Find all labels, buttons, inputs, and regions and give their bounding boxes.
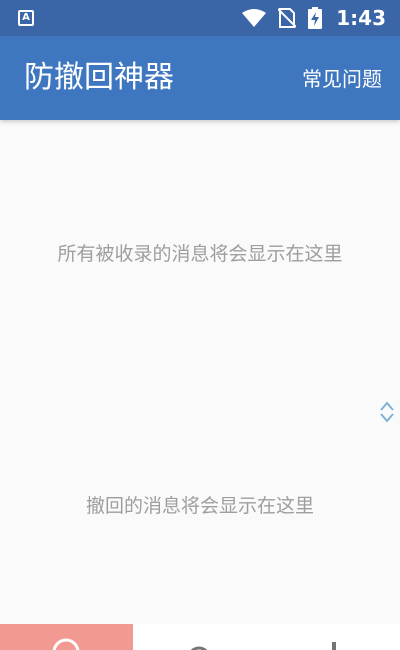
messages-empty-text: 所有被收录的消息将会显示在这里 bbox=[57, 242, 343, 265]
recalled-messages-area: 撤回的消息将会显示在这里 bbox=[0, 384, 400, 624]
no-sim-icon bbox=[278, 8, 297, 28]
search-icon bbox=[52, 638, 80, 650]
wifi-icon bbox=[242, 9, 267, 27]
faq-button[interactable]: 常见问题 bbox=[302, 64, 382, 94]
app-notification-icon: A bbox=[18, 10, 34, 26]
person-icon bbox=[190, 646, 208, 650]
status-bar: A 1:43 bbox=[0, 0, 400, 36]
tab-settings[interactable] bbox=[266, 624, 400, 650]
app-bar: 防撤回神器 常见问题 bbox=[0, 36, 400, 120]
status-time: 1:43 bbox=[336, 6, 386, 30]
battery-charging-icon bbox=[308, 7, 323, 29]
app-title: 防撤回神器 bbox=[24, 60, 174, 95]
tab-profile[interactable] bbox=[133, 624, 266, 650]
bottom-nav bbox=[0, 624, 400, 650]
collected-messages-area: 所有被收录的消息将会显示在这里 bbox=[0, 120, 400, 384]
settings-icon bbox=[332, 642, 336, 650]
status-icons: 1:43 bbox=[242, 0, 386, 36]
recalled-empty-text: 撤回的消息将会显示在这里 bbox=[85, 494, 314, 517]
tab-search[interactable] bbox=[0, 624, 133, 650]
